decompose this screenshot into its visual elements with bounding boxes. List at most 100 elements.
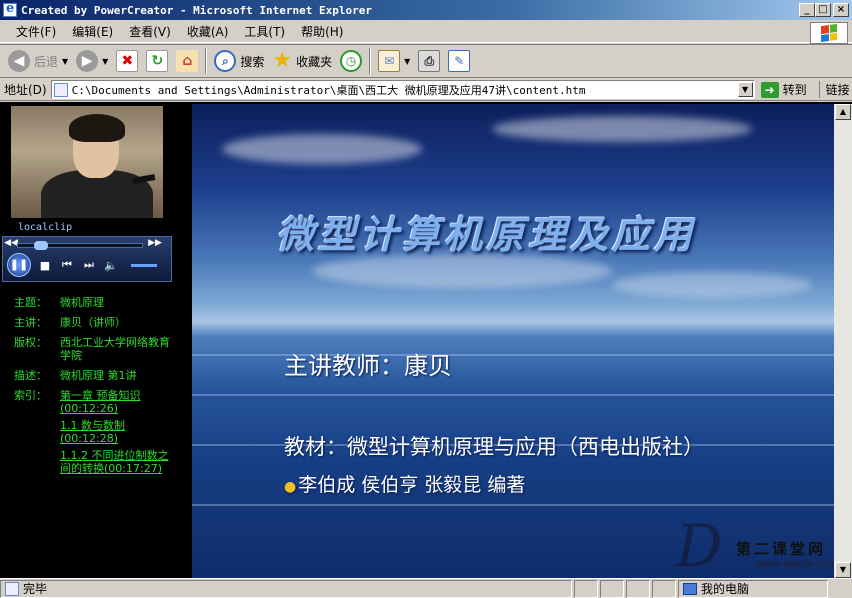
zone-text: 我的电脑 — [701, 582, 750, 596]
watermark-url: www.dektw.com — [756, 559, 834, 570]
menu-file[interactable]: 文件(F) — [8, 21, 64, 42]
menu-tools[interactable]: 工具(T) — [236, 21, 293, 42]
close-button[interactable]: × — [833, 3, 849, 17]
frame-divider[interactable] — [174, 102, 192, 578]
maximize-button[interactable]: □ — [815, 3, 831, 17]
subject-value: 微机原理 — [60, 296, 104, 309]
slide-title: 微型计算机原理及应用 — [276, 212, 697, 257]
status-bar: 完毕 我的电脑 — [0, 578, 852, 598]
edit-button[interactable]: ✎ — [444, 47, 474, 75]
forward-arrow-icon: ▶ — [76, 50, 99, 72]
address-input[interactable]: C:\Documents and Settings\Administrator\… — [50, 80, 755, 99]
volume-slider[interactable] — [131, 263, 157, 267]
history-button[interactable]: ◷ — [336, 47, 366, 75]
status-text: 完毕 — [23, 582, 48, 596]
mail-button[interactable]: ✉ ▼ — [374, 47, 414, 75]
lecturer-key: 主讲： — [14, 316, 47, 329]
watermark-text: 第二课堂网 — [736, 540, 827, 558]
mail-icon: ✉ — [378, 50, 401, 72]
standard-toolbar: ◀ 后退 ▼ ▶ ▼ ✖ ↻ ⌂ ⌕ 搜索 ★ 收藏夹 ◷ ✉ ▼ ⎙ ✎ — [0, 44, 852, 78]
lecture-slide: 微型计算机原理及应用 主讲教师：康贝 教材：微型计算机原理与应用（西电出版社） … — [192, 104, 834, 578]
status-zone-pane: 我的电脑 — [678, 579, 828, 598]
address-label: 地址(D) — [4, 83, 47, 97]
minimize-button[interactable]: _ — [799, 3, 815, 17]
index-link[interactable]: 第一章 预备知识(00:12:26) — [60, 389, 170, 415]
copyright-key: 版权： — [14, 336, 47, 349]
search-button[interactable]: ⌕ 搜索 — [210, 47, 268, 75]
go-label: 转到 — [782, 83, 807, 97]
watermark: D 第二课堂网 www.dektw.com — [672, 512, 834, 578]
menu-view[interactable]: 查看(V) — [121, 21, 179, 42]
description-key: 描述： — [14, 369, 47, 382]
windows-flag-icon — [821, 23, 837, 43]
slide-lecturer: 主讲教师：康贝 — [284, 352, 452, 380]
scroll-up-button[interactable]: ▲ — [835, 104, 851, 120]
home-button[interactable]: ⌂ — [172, 47, 202, 75]
video-frame[interactable] — [11, 106, 163, 218]
go-arrow-icon: ➜ — [760, 81, 779, 98]
home-icon: ⌂ — [176, 50, 199, 72]
seek-thumb[interactable] — [34, 241, 48, 250]
slide-authors: 李伯成 侯伯亨 张毅昆 编著 — [298, 474, 526, 496]
slide-textbook: 教材：微型计算机原理与应用（西电出版社） — [284, 435, 704, 459]
my-computer-icon — [683, 582, 697, 595]
stop-icon[interactable]: ■ — [37, 259, 53, 272]
menu-edit[interactable]: 编辑(E) — [64, 21, 121, 42]
toolbar-separator — [205, 48, 208, 74]
edit-page-icon: ✎ — [448, 50, 471, 72]
forward-button[interactable]: ▶ ▼ — [72, 47, 112, 75]
lecture-info: 主题： 微机原理 主讲： 康贝（讲师） 版权： 西北工业大学网络教育学院 描述： 微机原… — [14, 296, 170, 486]
status-pane — [652, 579, 676, 598]
refresh-button[interactable]: ↻ — [142, 47, 172, 75]
copyright-value: 西北工业大学网络教育学院 — [60, 336, 170, 362]
menu-bar: 文件(F) 编辑(E) 查看(V) 收藏(A) 工具(T) 帮助(H) — [0, 21, 852, 43]
watermark-d-logo: D — [676, 512, 723, 578]
status-pane — [626, 579, 650, 598]
print-button[interactable]: ⎙ — [414, 47, 444, 75]
menu-favorites[interactable]: 收藏(A) — [179, 21, 237, 42]
history-clock-icon: ◷ — [340, 50, 363, 72]
vertical-scrollbar[interactable]: ▲ ▼ — [834, 104, 852, 578]
cloud — [492, 116, 752, 142]
forward-dropdown-icon[interactable]: ▼ — [102, 57, 108, 66]
stop-button[interactable]: ✖ — [112, 47, 142, 75]
status-main-pane: 完毕 — [0, 579, 572, 598]
scroll-down-button[interactable]: ▼ — [835, 562, 851, 578]
bullet-icon: ● — [284, 479, 297, 495]
back-dropdown-icon[interactable]: ▼ — [62, 57, 68, 66]
lecture-sidebar: localclip ◀◀ ▶▶ ❚❚ ■ ⏮ ⏭ 🔈 主题： 微机原理 主讲： 康贝… — [0, 102, 174, 578]
sea-wave — [192, 504, 834, 506]
fast-forward-icon[interactable]: ▶▶ — [147, 238, 163, 248]
back-arrow-icon: ◀ — [8, 50, 30, 72]
clip-label: localclip — [18, 222, 73, 233]
menu-help[interactable]: 帮助(H) — [293, 21, 351, 42]
toolbar-separator — [369, 48, 372, 74]
browser-window: Created by PowerCreator - Microsoft Inte… — [0, 0, 852, 598]
volume-icon[interactable]: 🔈 — [103, 259, 119, 272]
refresh-icon: ↻ — [146, 50, 169, 72]
go-button[interactable]: ➜ 转到 — [760, 81, 807, 98]
presenter-hair — [69, 114, 125, 142]
search-label: 搜索 — [240, 54, 265, 69]
title-bar[interactable]: Created by PowerCreator - Microsoft Inte… — [0, 0, 852, 20]
pause-button[interactable]: ❚❚ — [7, 253, 31, 277]
favorites-button[interactable]: ★ 收藏夹 — [268, 47, 336, 75]
previous-icon[interactable]: ⏮ — [59, 258, 75, 272]
seek-bar[interactable] — [17, 241, 143, 250]
next-icon[interactable]: ⏭ — [81, 258, 97, 272]
cloud — [222, 134, 422, 164]
index-link[interactable]: 1.1 数与数制(00:12:28) — [60, 419, 170, 445]
links-button[interactable]: 链接 — [818, 81, 850, 98]
back-button[interactable]: ◀ 后退 ▼ — [4, 47, 72, 75]
page-icon — [53, 82, 68, 97]
address-bar: 地址(D) C:\Documents and Settings\Administ… — [0, 79, 852, 101]
printer-icon: ⎙ — [418, 50, 441, 72]
subject-key: 主题： — [14, 296, 47, 309]
cloud — [312, 254, 612, 288]
status-pane — [600, 579, 624, 598]
window-controls: _ □ × — [799, 3, 849, 17]
address-dropdown-icon[interactable]: ▼ — [737, 82, 753, 97]
mail-dropdown-icon[interactable]: ▼ — [404, 57, 410, 66]
index-link[interactable]: 1.1.2 不同进位制数之间的转换(00:17:27) — [60, 449, 170, 475]
page-content: localclip ◀◀ ▶▶ ❚❚ ■ ⏮ ⏭ 🔈 主题： 微机原理 主讲： 康贝… — [0, 102, 852, 578]
